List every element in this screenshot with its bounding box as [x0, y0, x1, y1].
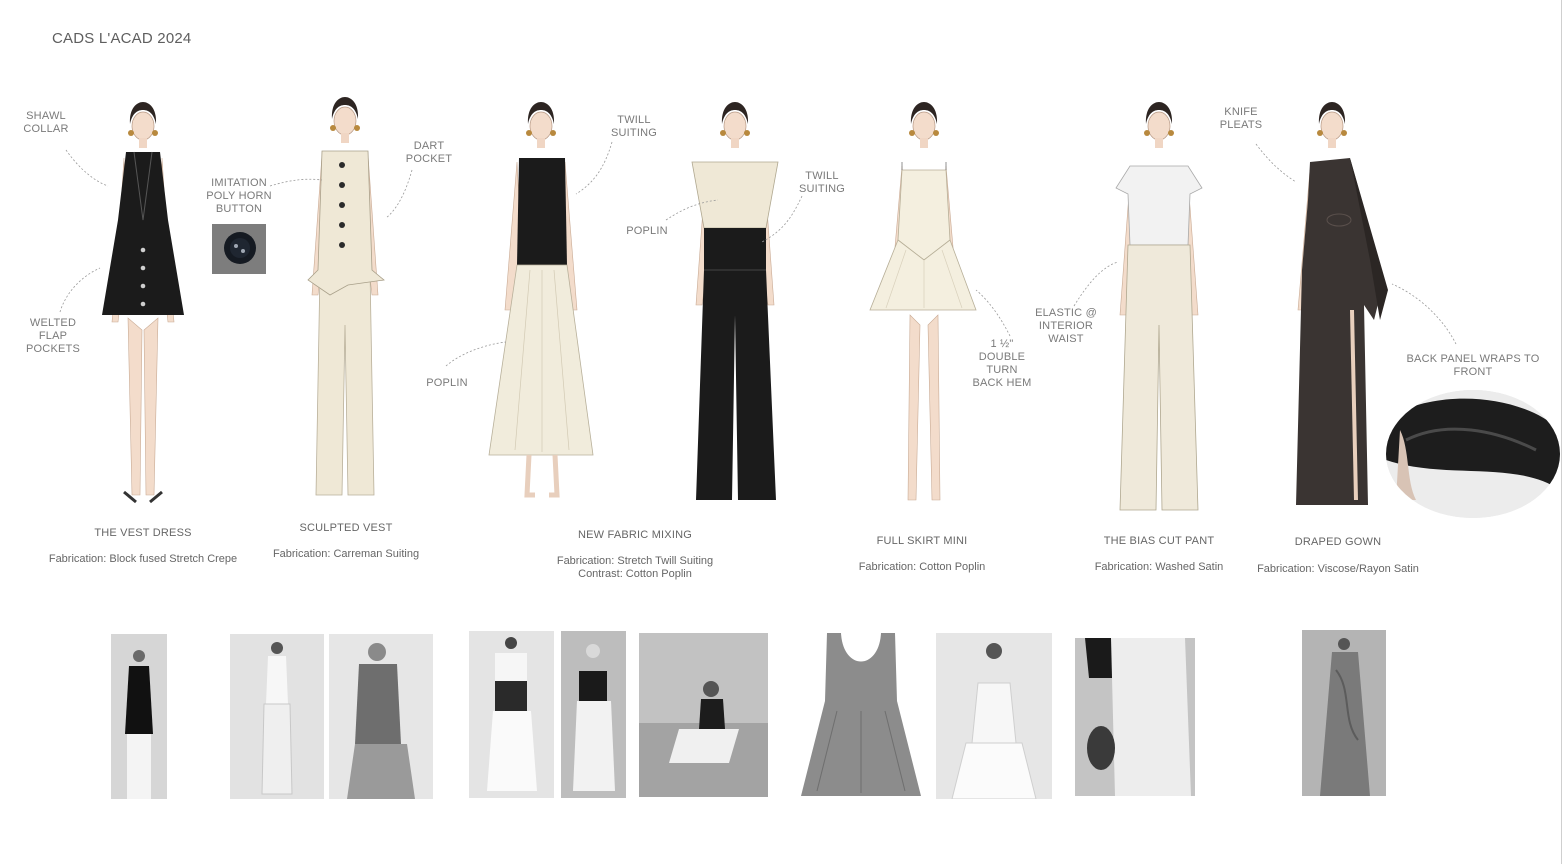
- callout-double-turn-hem: 1 ½" DOUBLE TURN BACK HEM: [972, 338, 1032, 389]
- callout-dart-pocket: DART POCKET: [405, 140, 453, 165]
- reference-photo: [329, 634, 433, 799]
- figure-sculpted-vest: [307, 96, 385, 496]
- callout-twill-suiting-1: TWILL SUITING: [610, 114, 657, 139]
- callout-imitation-button: IMITATION POLY HORN BUTTON: [206, 177, 272, 215]
- callout-elastic-waist: ELASTIC @ INTERIOR WAIST: [1035, 307, 1097, 345]
- figure-vest-dress: [102, 101, 184, 504]
- figure-fabric-mixing-skirt: [488, 101, 594, 498]
- reference-photo: [230, 634, 324, 799]
- reference-photo: [1075, 638, 1195, 796]
- fabrication-bias-cut-pant: Fabrication: Washed Satin: [1094, 561, 1224, 573]
- callout-shawl-collar: SHAWL COLLAR: [23, 110, 69, 135]
- page-title: CADS L'ACAD 2024: [52, 30, 192, 47]
- button-swatch-image: [212, 224, 266, 274]
- look-title-sculpted-vest: SCULPTED VEST: [299, 522, 393, 534]
- reference-photo: [561, 631, 626, 798]
- page-edge-rule: [1561, 0, 1562, 864]
- look-title-bias-cut-pant: THE BIAS CUT PANT: [1103, 535, 1215, 547]
- fabrication-new-fabric-mixing: Fabrication: Stretch Twill Suiting Contr…: [556, 555, 714, 580]
- figure-fabric-mixing-pant: [691, 101, 779, 500]
- fabrication-full-skirt-mini: Fabrication: Cotton Poplin: [858, 561, 986, 573]
- callout-poplin-1: POPLIN: [426, 377, 468, 389]
- callout-back-panel: BACK PANEL WRAPS TO FRONT: [1406, 353, 1540, 378]
- fabrication-vest-dress: Fabrication: Block fused Stretch Crepe: [48, 553, 238, 565]
- reference-photo: [639, 633, 768, 797]
- figure-full-skirt-mini: [869, 101, 977, 501]
- callout-welted-flap-pockets: WELTED FLAP POCKETS: [26, 317, 80, 355]
- fabrication-sculpted-vest: Fabrication: Carreman Suiting: [272, 548, 420, 560]
- callout-knife-pleats: KNIFE PLEATS: [1219, 106, 1263, 131]
- look-title-draped-gown: DRAPED GOWN: [1294, 536, 1382, 548]
- fabrication-draped-gown: Fabrication: Viscose/Rayon Satin: [1257, 563, 1419, 575]
- look-title-new-fabric-mixing: NEW FABRIC MIXING: [577, 529, 693, 541]
- callout-poplin-2: POPLIN: [626, 225, 668, 237]
- look-title-vest-dress: THE VEST DRESS: [94, 527, 192, 539]
- figure-draped-gown: [1296, 101, 1388, 505]
- back-panel-detail-image: [1386, 390, 1560, 518]
- reference-photo: [469, 631, 554, 798]
- look-title-full-skirt-mini: FULL SKIRT MINI: [876, 535, 968, 547]
- figure-bias-cut-pant: [1115, 101, 1203, 511]
- reference-photo: [797, 631, 925, 801]
- reference-photo: [936, 633, 1052, 799]
- callout-twill-suiting-2: TWILL SUITING: [798, 170, 845, 195]
- reference-photo: [1302, 630, 1386, 796]
- reference-photo: [111, 634, 167, 799]
